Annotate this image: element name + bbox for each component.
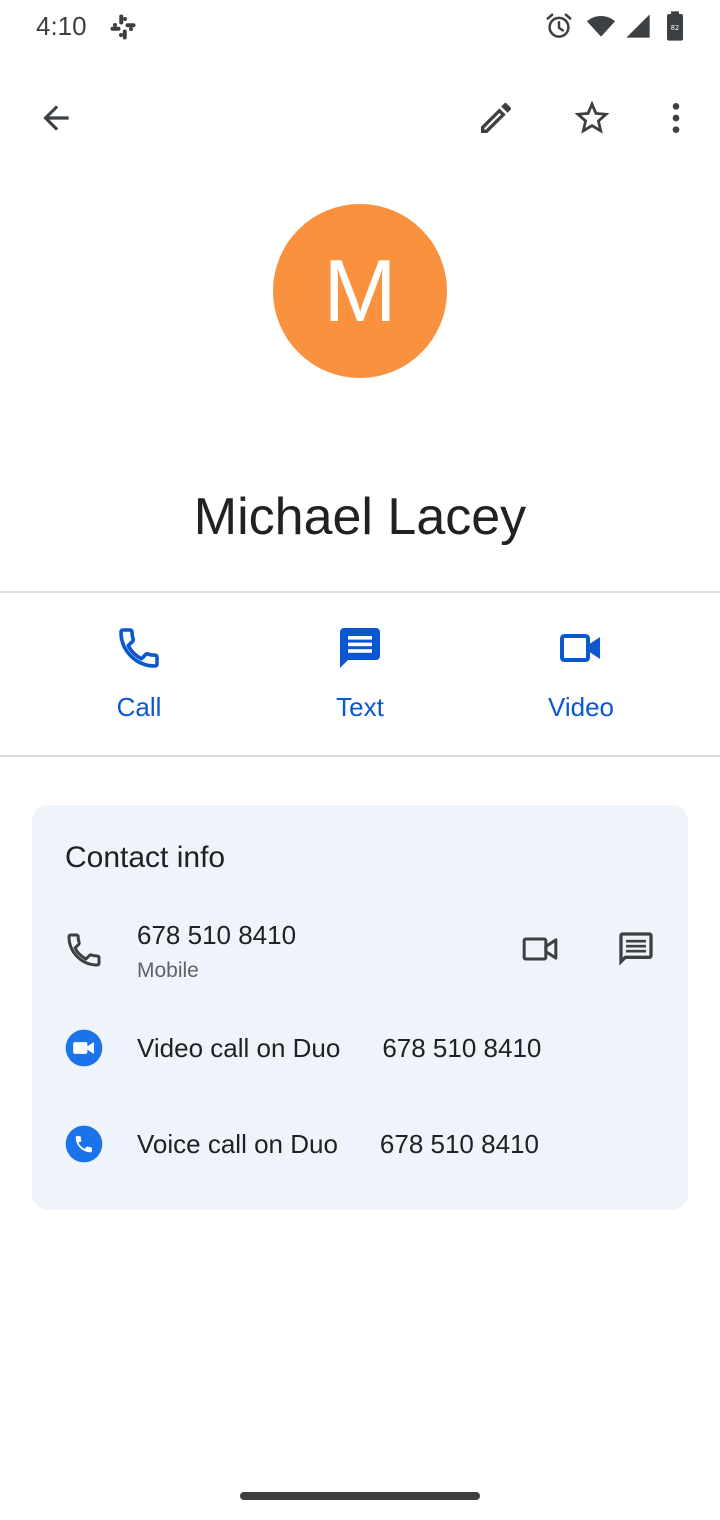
contact-info-title: Contact info xyxy=(65,841,226,874)
gesture-navigation-bar[interactable] xyxy=(240,1492,480,1500)
video-action-button[interactable]: Video xyxy=(501,612,661,732)
call-action-button[interactable]: Call xyxy=(59,612,219,732)
message-icon xyxy=(340,628,380,668)
star-outline-icon xyxy=(574,100,610,134)
phone-type: Mobile xyxy=(137,959,199,982)
phone-video-call-button[interactable] xyxy=(512,921,568,977)
duo-video-label: Video call on Duo xyxy=(137,1033,341,1063)
divider-bottom xyxy=(0,755,720,757)
duo-video-number: 678 510 8410 xyxy=(382,1033,542,1063)
video-action-label: Video xyxy=(547,692,615,722)
call-action-label: Call xyxy=(116,692,162,722)
phone-number[interactable]: 678 510 8410 xyxy=(137,919,296,951)
wifi-icon xyxy=(584,10,618,42)
contact-name: Michael Lacey xyxy=(193,488,527,546)
videocam-icon xyxy=(560,634,600,662)
favorite-button[interactable] xyxy=(560,86,624,150)
signal-icon xyxy=(624,10,652,42)
more-options-button[interactable] xyxy=(644,86,708,150)
duo-voice-call-row[interactable]: Voice call on Duo 678 510 8410 xyxy=(137,1128,677,1160)
svg-text:82: 82 xyxy=(671,24,679,32)
duo-video-icon xyxy=(64,1028,104,1068)
duo-voice-label: Voice call on Duo xyxy=(137,1129,338,1159)
duo-voice-icon xyxy=(64,1124,104,1164)
message-outline-icon xyxy=(619,932,653,966)
alarm-icon xyxy=(544,10,574,42)
edit-pencil-icon xyxy=(481,103,512,133)
phone-icon xyxy=(119,628,159,668)
more-vert-icon xyxy=(672,103,680,133)
phone-message-button[interactable] xyxy=(608,921,664,977)
avatar: M xyxy=(273,204,447,378)
divider-top xyxy=(0,591,720,593)
phone-outline-icon xyxy=(64,930,104,970)
back-arrow-icon xyxy=(43,105,69,131)
text-action-button[interactable]: Text xyxy=(280,612,440,732)
back-button[interactable] xyxy=(24,86,88,150)
slack-icon xyxy=(108,12,138,42)
duo-video-call-row[interactable]: Video call on Duo 678 510 8410 xyxy=(137,1032,677,1064)
duo-voice-number: 678 510 8410 xyxy=(379,1129,539,1159)
videocam-outline-icon xyxy=(522,937,558,961)
text-action-label: Text xyxy=(336,692,384,722)
edit-button[interactable] xyxy=(464,86,528,150)
battery-icon: 82 xyxy=(664,10,686,42)
status-time: 4:10 xyxy=(36,11,87,41)
